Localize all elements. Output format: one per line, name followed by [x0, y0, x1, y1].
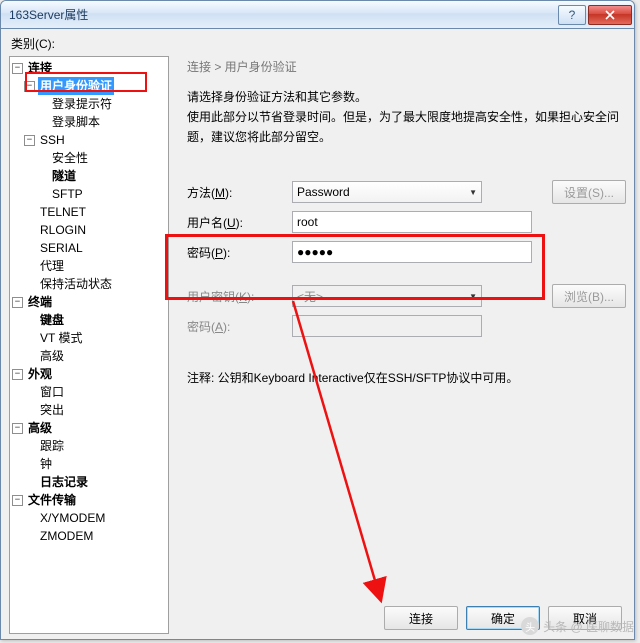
label-userkey: 用户密钥(K):	[187, 288, 292, 305]
tree-node-connection[interactable]: −连接	[10, 59, 168, 77]
userkey-combobox: <无>▼	[292, 285, 482, 307]
tree-node-zmodem[interactable]: ZMODEM	[10, 527, 168, 545]
method-combobox[interactable]: Password▼	[292, 181, 482, 203]
settings-panel: 连接 > 用户身份验证 请选择身份验证方法和其它参数。 使用此部分以节省登录时间…	[169, 56, 626, 634]
tree-node-bell[interactable]: 钟	[10, 455, 168, 473]
tree-node-adv[interactable]: −高级	[10, 419, 168, 437]
window-title: 163Server属性	[9, 6, 557, 23]
tree-node-vtmode[interactable]: VT 模式	[10, 329, 168, 347]
settings-button[interactable]: 设置(S)...	[552, 180, 626, 204]
row-userkey: 用户密钥(K): <无>▼ 浏览(B)...	[187, 281, 626, 311]
tree-node-highlight[interactable]: 突出	[10, 401, 168, 419]
row-password: 密码(P):	[187, 237, 626, 267]
tree-node-keyboard[interactable]: 键盘	[10, 311, 168, 329]
chevron-down-icon: ▼	[469, 188, 477, 197]
titlebar[interactable]: 163Server属性 ?	[1, 1, 634, 29]
breadcrumb: 连接 > 用户身份验证	[187, 58, 626, 75]
tree-node-serial[interactable]: SERIAL	[10, 239, 168, 257]
tree-node-ssh[interactable]: −SSH	[10, 131, 168, 149]
tree-node-sftp[interactable]: SFTP	[10, 185, 168, 203]
help-button[interactable]: ?	[558, 5, 586, 25]
tree-node-login-prompt[interactable]: 登录提示符	[10, 95, 168, 113]
connect-button[interactable]: 连接	[384, 606, 458, 630]
tree-node-rlogin[interactable]: RLOGIN	[10, 221, 168, 239]
browse-button[interactable]: 浏览(B)...	[552, 284, 626, 308]
tree-node-terminal[interactable]: −终端	[10, 293, 168, 311]
tree-node-advanced[interactable]: 高级	[10, 347, 168, 365]
tree-node-telnet[interactable]: TELNET	[10, 203, 168, 221]
category-label: 类别(C):	[11, 35, 626, 52]
label-password: 密码(P):	[187, 244, 292, 261]
row-username: 用户名(U):	[187, 207, 626, 237]
tree-node-keepalive[interactable]: 保持活动状态	[10, 275, 168, 293]
tree-node-login-script[interactable]: 登录脚本	[10, 113, 168, 131]
watermark: 头 头条 @ 医聊数据	[521, 617, 634, 635]
tree-node-filetransfer[interactable]: −文件传输	[10, 491, 168, 509]
tree-node-tunnel[interactable]: 隧道	[10, 167, 168, 185]
tree-node-appearance[interactable]: −外观	[10, 365, 168, 383]
collapse-icon[interactable]: −	[12, 297, 23, 308]
tree-node-log[interactable]: 日志记录	[10, 473, 168, 491]
category-tree[interactable]: −连接 −用户身份验证 登录提示符 登录脚本 −SSH 安全性 隧道 SFTP …	[9, 56, 169, 634]
collapse-icon[interactable]: −	[24, 135, 35, 146]
chevron-down-icon: ▼	[469, 292, 477, 301]
close-icon	[605, 10, 615, 20]
row-method: 方法(M): Password▼ 设置(S)...	[187, 177, 626, 207]
note-text: 注释: 公钥和Keyboard Interactive仅在SSH/SFTP协议中…	[187, 369, 626, 386]
username-input[interactable]	[292, 211, 532, 233]
tree-node-proxy[interactable]: 代理	[10, 257, 168, 275]
tree-node-security[interactable]: 安全性	[10, 149, 168, 167]
password-input[interactable]	[292, 241, 532, 263]
collapse-icon[interactable]: −	[24, 81, 35, 92]
collapse-icon[interactable]: −	[12, 369, 23, 380]
label-method: 方法(M):	[187, 184, 292, 201]
row-passphrase: 密码(A):	[187, 311, 626, 341]
label-passphrase: 密码(A):	[187, 318, 292, 335]
watermark-icon: 头	[521, 617, 539, 635]
label-username: 用户名(U):	[187, 214, 292, 231]
tree-node-xymodem[interactable]: X/YMODEM	[10, 509, 168, 527]
collapse-icon[interactable]: −	[12, 423, 23, 434]
description: 请选择身份验证方法和其它参数。 使用此部分以节省登录时间。但是，为了最大限度地提…	[187, 87, 626, 147]
close-button[interactable]	[588, 5, 632, 25]
tree-node-auth[interactable]: −用户身份验证	[10, 77, 168, 95]
tree-node-window[interactable]: 窗口	[10, 383, 168, 401]
passphrase-input	[292, 315, 482, 337]
collapse-icon[interactable]: −	[12, 495, 23, 506]
properties-dialog: 163Server属性 ? 类别(C): −连接 −用户身份验证 登录提示符 登…	[0, 0, 635, 640]
tree-node-trace[interactable]: 跟踪	[10, 437, 168, 455]
collapse-icon[interactable]: −	[12, 63, 23, 74]
